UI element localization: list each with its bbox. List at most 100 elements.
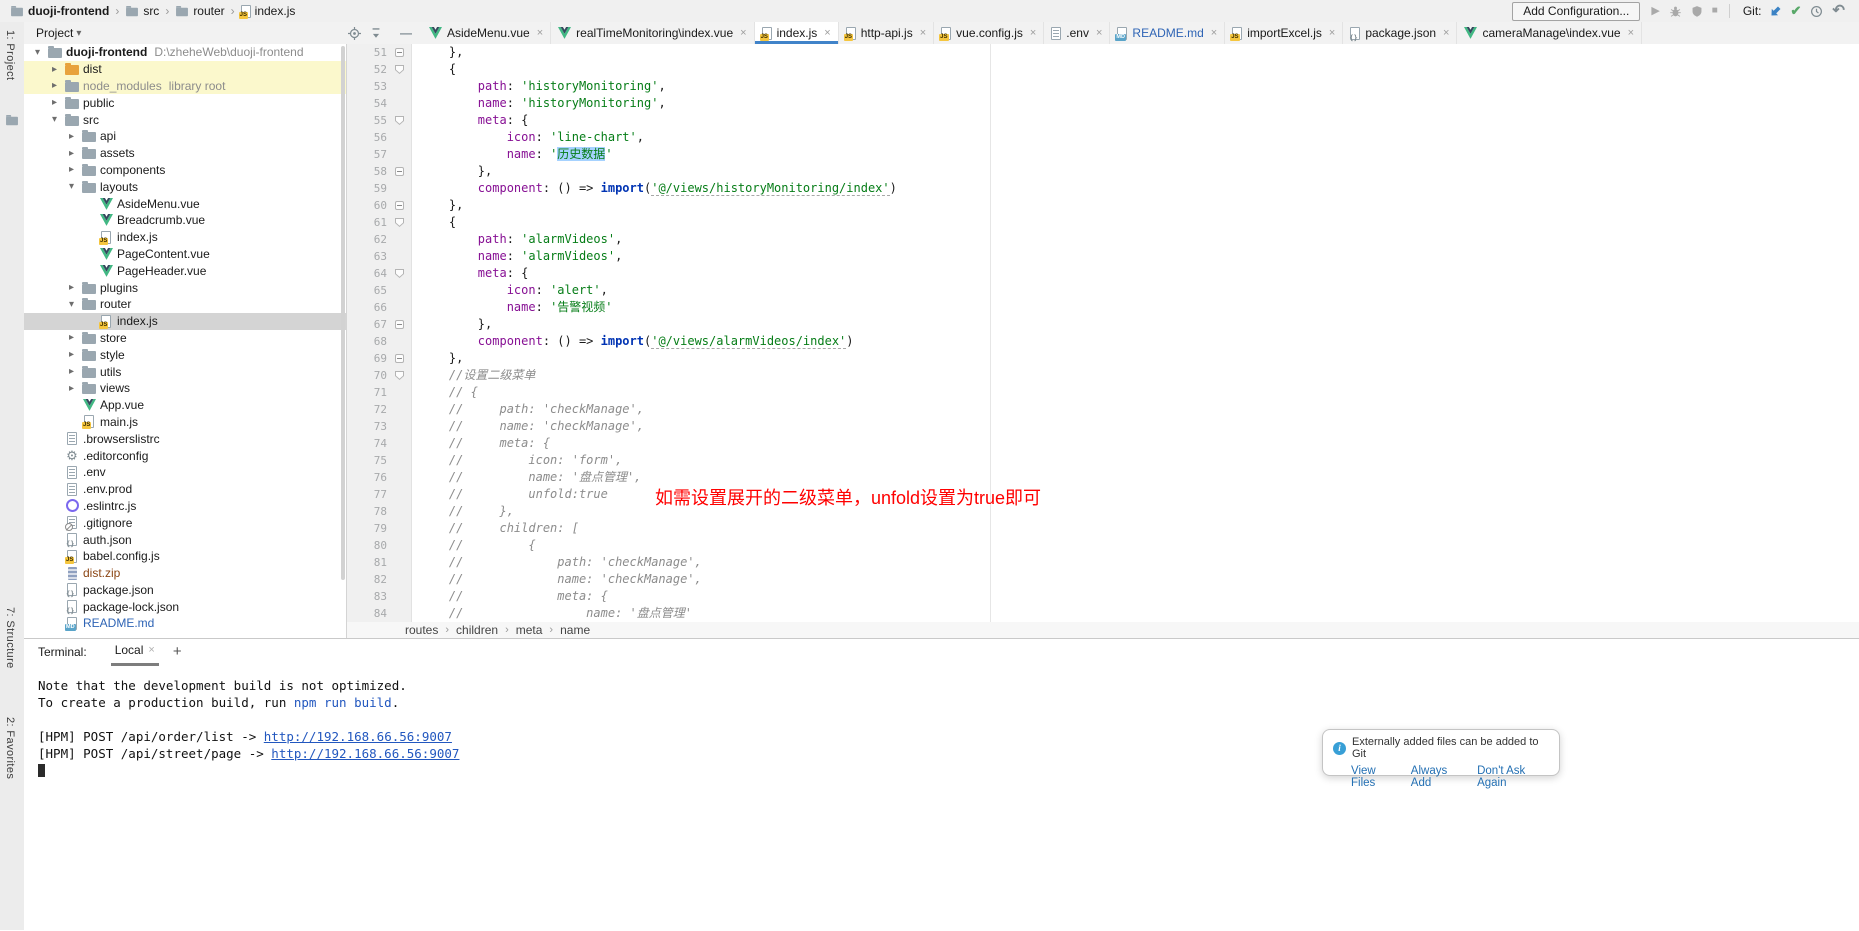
target-icon[interactable] (348, 27, 361, 40)
tree-item-duoji-frontend[interactable]: ▾duoji-frontendD:\zheheWeb\duoji-fronten… (24, 44, 346, 61)
tree-item-browserslistrc[interactable]: .browserslistrc (24, 430, 346, 447)
tree-item-router[interactable]: ▾router (24, 296, 346, 313)
tree-item-package-lock-json[interactable]: {}package-lock.json (24, 598, 346, 615)
stop-icon[interactable]: ■ (1712, 4, 1718, 18)
tree-item-pageheader-vue[interactable]: PageHeader.vue (24, 262, 346, 279)
tree-item-views[interactable]: ▸views (24, 380, 346, 397)
new-terminal-button[interactable]: + (173, 643, 182, 660)
terminal-link[interactable]: http://192.168.66.56:9007 (264, 729, 452, 744)
chevron-right-icon[interactable]: ▸ (63, 349, 80, 360)
tree-item-package-json[interactable]: {}package.json (24, 582, 346, 599)
tree-item-editorconfig[interactable]: ⚙.editorconfig (24, 447, 346, 464)
close-icon[interactable]: × (1096, 27, 1102, 39)
chevron-down-icon[interactable]: ▾ (46, 114, 63, 125)
update-icon[interactable] (1769, 5, 1782, 18)
editor-tab-package-json[interactable]: {}package.json× (1343, 22, 1457, 44)
tree-item-dist[interactable]: ▸dist (24, 61, 346, 78)
chevron-right-icon[interactable]: ▸ (63, 366, 80, 377)
add-configuration-button[interactable]: Add Configuration... (1512, 2, 1640, 21)
close-icon[interactable]: × (824, 27, 830, 39)
breadcrumb-item-src[interactable]: src (125, 4, 159, 18)
chevron-right-icon[interactable]: ▸ (46, 64, 63, 75)
tree-item-store[interactable]: ▸store (24, 330, 346, 347)
tree-item-components[interactable]: ▸components (24, 162, 346, 179)
chevron-right-icon[interactable]: ▸ (63, 131, 80, 142)
notification-link-don-t-ask-again[interactable]: Don't Ask Again (1477, 765, 1549, 789)
tree-item-breadcrumb-vue[interactable]: Breadcrumb.vue (24, 212, 346, 229)
tree-item-api[interactable]: ▸api (24, 128, 346, 145)
fold-marker[interactable] (395, 371, 404, 380)
fold-marker[interactable] (395, 116, 404, 125)
editor-breadcrumb-routes[interactable]: routes (405, 623, 438, 637)
collapse-icon[interactable] (370, 27, 382, 39)
run-icon[interactable]: ▶ (1651, 4, 1659, 18)
close-icon[interactable]: × (740, 27, 746, 39)
commit-icon[interactable]: ✔ (1791, 4, 1802, 18)
close-icon[interactable]: × (1628, 27, 1634, 39)
chevron-right-icon[interactable]: ▸ (63, 164, 80, 175)
close-icon[interactable]: × (1030, 27, 1036, 39)
editor-breadcrumb-meta[interactable]: meta (516, 623, 543, 637)
editor-tab-asidemenu-vue[interactable]: AsideMenu.vue× (422, 22, 551, 44)
tree-item-utils[interactable]: ▸utils (24, 363, 346, 380)
chevron-down-icon[interactable]: ▾ (63, 181, 80, 192)
close-icon[interactable]: × (1211, 27, 1217, 39)
stripe-project-button[interactable]: 1: Project (4, 30, 16, 80)
editor-tab-index-js[interactable]: JSindex.js× (755, 22, 839, 44)
tree-item-pagecontent-vue[interactable]: PageContent.vue (24, 246, 346, 263)
notification-link-always-add[interactable]: Always Add (1411, 765, 1464, 789)
stripe-favorites-button[interactable]: 2: Favorites (4, 717, 16, 779)
chevron-down-icon[interactable]: ▾ (63, 299, 80, 310)
tree-item-env[interactable]: .env (24, 464, 346, 481)
close-icon[interactable]: × (537, 27, 543, 39)
chevron-right-icon[interactable]: ▸ (46, 97, 63, 108)
rollback-icon[interactable]: ↶ (1832, 4, 1845, 18)
notification-link-view-files[interactable]: View Files (1351, 765, 1398, 789)
close-icon[interactable]: × (920, 27, 926, 39)
terminal-link[interactable]: http://192.168.66.56:9007 (271, 746, 459, 761)
fold-marker[interactable] (395, 65, 404, 74)
editor-tab-readme-md[interactable]: MDREADME.md× (1110, 22, 1225, 44)
terminal-tab-local[interactable]: Local × (111, 638, 159, 666)
breadcrumb-item-duoji-frontend[interactable]: duoji-frontend (10, 4, 109, 18)
editor-tab-env[interactable]: .env× (1044, 22, 1110, 44)
chevron-right-icon[interactable]: ▸ (46, 80, 63, 91)
code-editor[interactable]: 51 },52 {53 path: 'historyMonitoring',54… (347, 44, 1859, 622)
editor-tab-http-api-js[interactable]: JShttp-api.js× (839, 22, 934, 44)
tree-item-app-vue[interactable]: App.vue (24, 397, 346, 414)
editor-tab-importexcel-js[interactable]: JSimportExcel.js× (1225, 22, 1343, 44)
close-icon[interactable]: × (148, 644, 154, 656)
chevron-right-icon[interactable]: ▸ (63, 383, 80, 394)
tree-item-public[interactable]: ▸public (24, 94, 346, 111)
tree-item-assets[interactable]: ▸assets (24, 145, 346, 162)
tree-item-gitignore[interactable]: .gitignore (24, 514, 346, 531)
tree-item-asidemenu-vue[interactable]: AsideMenu.vue (24, 195, 346, 212)
fold-marker[interactable] (395, 48, 404, 57)
breadcrumb-item-index-js[interactable]: JSindex.js (241, 4, 296, 18)
chevron-right-icon[interactable]: ▸ (63, 148, 80, 159)
chevron-right-icon[interactable]: ▸ (63, 282, 80, 293)
breadcrumb-item-router[interactable]: router (175, 4, 224, 18)
fold-marker[interactable] (395, 269, 404, 278)
fold-marker[interactable] (395, 218, 404, 227)
editor-tab-realtimemonitoring-index-vue[interactable]: realTimeMonitoring\index.vue× (551, 22, 754, 44)
chevron-right-icon[interactable]: ▸ (63, 332, 80, 343)
close-icon[interactable]: × (1329, 27, 1335, 39)
debug-icon[interactable] (1669, 5, 1682, 18)
fold-marker[interactable] (395, 320, 404, 329)
chevron-down-icon[interactable]: ▾ (29, 47, 46, 58)
tree-item-main-js[interactable]: JSmain.js (24, 414, 346, 431)
editor-tab-vue-config-js[interactable]: JSvue.config.js× (934, 22, 1044, 44)
tree-item-style[interactable]: ▸style (24, 346, 346, 363)
hide-icon[interactable]: — (400, 26, 412, 40)
editor-breadcrumb-children[interactable]: children (456, 623, 498, 637)
tree-item-eslintrc-js[interactable]: .eslintrc.js (24, 498, 346, 515)
history-icon[interactable] (1810, 5, 1823, 18)
tree-item-index-js[interactable]: JSindex.js (24, 229, 346, 246)
coverage-icon[interactable] (1691, 5, 1703, 18)
project-scrollbar[interactable] (341, 46, 345, 580)
tree-item-src[interactable]: ▾src (24, 111, 346, 128)
project-panel-title[interactable]: Project (36, 26, 73, 40)
tree-item-env-prod[interactable]: .env.prod (24, 481, 346, 498)
terminal-output[interactable]: Note that the development build is not o… (24, 664, 1859, 779)
